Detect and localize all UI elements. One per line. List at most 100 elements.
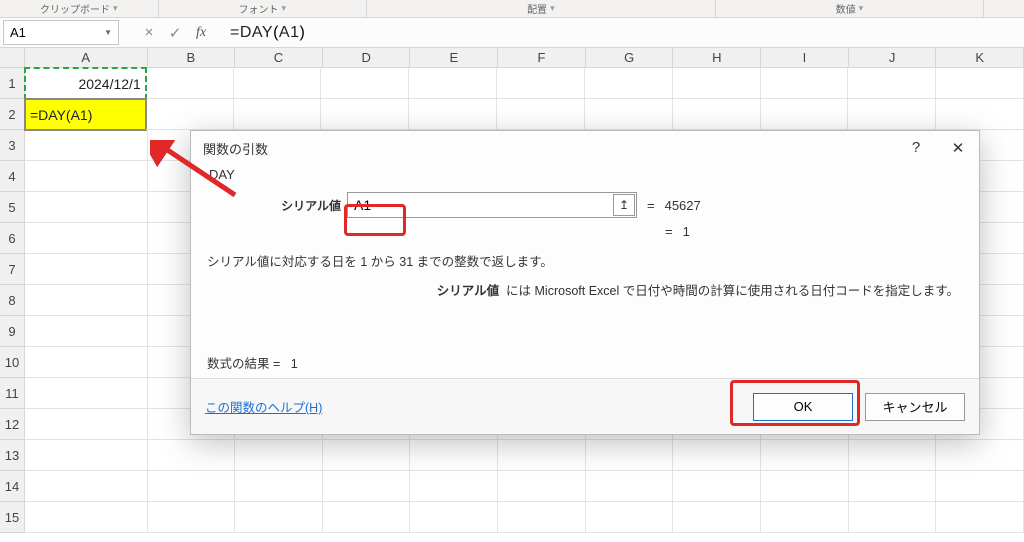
chevron-down-icon[interactable]: ▼ [104, 28, 112, 37]
cell[interactable] [498, 440, 586, 471]
cell[interactable] [234, 68, 322, 99]
cell[interactable] [146, 99, 234, 130]
cell[interactable] [497, 99, 585, 130]
cell[interactable] [585, 99, 673, 130]
ok-button[interactable]: OK [753, 393, 853, 421]
row-header[interactable]: 5 [0, 192, 25, 223]
row-header[interactable]: 8 [0, 285, 25, 316]
cell[interactable] [849, 471, 937, 502]
collapse-dialog-icon[interactable]: ↥ [613, 194, 635, 216]
cell[interactable] [146, 68, 234, 99]
cell[interactable] [936, 502, 1024, 533]
cell[interactable] [936, 440, 1024, 471]
row-header[interactable]: 3 [0, 130, 25, 161]
cell[interactable] [761, 502, 849, 533]
row-header[interactable]: 12 [0, 409, 25, 440]
cell[interactable] [848, 68, 936, 99]
column-header[interactable]: B [148, 48, 236, 68]
cancel-formula-button[interactable]: × [136, 24, 162, 41]
cell[interactable] [673, 440, 761, 471]
cell[interactable] [848, 99, 936, 130]
row-header[interactable]: 2 [0, 99, 25, 130]
cell[interactable] [148, 440, 236, 471]
cell[interactable] [25, 223, 148, 254]
column-header[interactable]: F [498, 48, 586, 68]
enter-formula-button[interactable]: ✓ [162, 24, 188, 42]
formula-bar-input[interactable]: =DAY(A1) [222, 18, 1024, 47]
cell[interactable] [25, 471, 148, 502]
column-header[interactable]: D [323, 48, 411, 68]
cell[interactable] [25, 409, 148, 440]
cell[interactable] [323, 502, 411, 533]
cell[interactable] [25, 192, 148, 223]
cell[interactable] [497, 68, 585, 99]
cell[interactable] [25, 347, 148, 378]
cell[interactable] [323, 471, 411, 502]
cell-A1[interactable]: 2024/12/1 [24, 67, 147, 100]
cell[interactable] [761, 68, 849, 99]
cell[interactable] [673, 502, 761, 533]
cell[interactable] [235, 471, 323, 502]
help-icon[interactable]: ? [903, 139, 929, 157]
cell[interactable] [761, 471, 849, 502]
cancel-button[interactable]: キャンセル [865, 393, 965, 421]
cell[interactable] [586, 440, 674, 471]
row-header[interactable]: 13 [0, 440, 25, 471]
name-box[interactable]: A1 ▼ [3, 20, 119, 45]
row-header[interactable]: 9 [0, 316, 25, 347]
cell[interactable] [235, 502, 323, 533]
cell[interactable] [25, 285, 148, 316]
cell[interactable] [409, 68, 497, 99]
column-header[interactable]: E [410, 48, 498, 68]
cell[interactable] [849, 440, 937, 471]
cell[interactable] [586, 502, 674, 533]
row-header[interactable]: 7 [0, 254, 25, 285]
cell[interactable] [25, 316, 148, 347]
cell[interactable] [148, 471, 236, 502]
serial-value-input[interactable] [347, 192, 637, 218]
cell[interactable] [585, 68, 673, 99]
function-help-link[interactable]: この関数のヘルプ(H) [205, 397, 322, 416]
cell[interactable] [321, 68, 409, 99]
cell[interactable] [235, 440, 323, 471]
cell[interactable] [498, 471, 586, 502]
cell[interactable] [936, 99, 1024, 130]
insert-function-button[interactable]: fx [188, 25, 214, 41]
column-header[interactable]: G [586, 48, 674, 68]
cell[interactable] [410, 471, 498, 502]
cell[interactable] [25, 378, 148, 409]
row-header[interactable]: 10 [0, 347, 25, 378]
cell[interactable] [409, 99, 497, 130]
row-header[interactable]: 11 [0, 378, 25, 409]
close-icon[interactable]: ✕ [945, 139, 971, 157]
cell[interactable] [25, 161, 148, 192]
cell[interactable] [761, 440, 849, 471]
cell[interactable] [673, 99, 761, 130]
cell[interactable] [25, 130, 148, 161]
row-header[interactable]: 14 [0, 471, 25, 502]
cell[interactable] [234, 99, 322, 130]
column-header[interactable]: C [235, 48, 323, 68]
cell[interactable] [25, 440, 148, 471]
row-header[interactable]: 6 [0, 223, 25, 254]
cell[interactable] [761, 99, 849, 130]
cell[interactable] [673, 68, 761, 99]
cell[interactable] [936, 471, 1024, 502]
select-all-corner[interactable] [0, 48, 25, 68]
cell[interactable] [849, 502, 937, 533]
row-header[interactable]: 15 [0, 502, 25, 533]
column-header[interactable]: I [761, 48, 849, 68]
cell[interactable] [586, 471, 674, 502]
cell[interactable] [323, 440, 411, 471]
row-header[interactable]: 4 [0, 161, 25, 192]
column-header[interactable]: K [936, 48, 1024, 68]
column-header[interactable]: H [673, 48, 761, 68]
cell[interactable] [148, 502, 236, 533]
cell[interactable] [410, 440, 498, 471]
column-header[interactable]: J [849, 48, 937, 68]
cell[interactable] [25, 502, 148, 533]
cell-A2[interactable]: =DAY(A1) [24, 98, 147, 131]
cell[interactable] [410, 502, 498, 533]
cell[interactable] [25, 254, 148, 285]
column-header[interactable]: A [25, 48, 148, 68]
